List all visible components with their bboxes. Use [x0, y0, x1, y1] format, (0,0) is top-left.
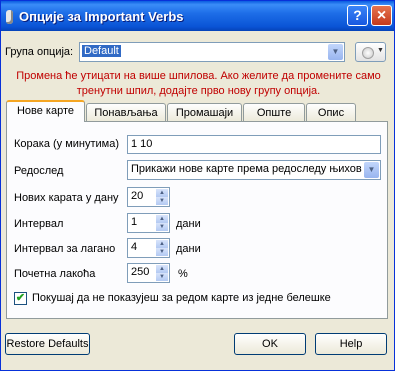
- starting-ease-stepper[interactable]: 250 ▲ ▼: [127, 263, 170, 283]
- spin-up-icon[interactable]: ▲: [156, 240, 168, 248]
- starting-ease-label: Почетна лакоћа: [14, 268, 96, 280]
- spin-up-icon[interactable]: ▲: [156, 215, 168, 223]
- warning-line-1: Промена ће утицати на више шпилова. Ако …: [16, 70, 381, 82]
- tab-description[interactable]: Опис: [306, 103, 356, 122]
- title-bar: Опције за Important Verbs ? ×: [1, 1, 394, 31]
- order-label: Редослед: [14, 165, 64, 177]
- order-select[interactable]: Прикажи нове карте према редоследу њихов…: [127, 160, 381, 180]
- per-day-label: Нових карата у дану: [14, 192, 119, 204]
- option-group-value: Default: [82, 45, 121, 57]
- steps-input[interactable]: 1 10: [127, 135, 381, 154]
- warning-line-2: тренутни шпил, додајте прво нову групу о…: [76, 85, 321, 97]
- easy-interval-value: 4: [131, 241, 138, 253]
- spin-down-icon[interactable]: ▼: [156, 248, 168, 256]
- easy-interval-label: Интервал за лагано: [14, 243, 116, 255]
- restore-defaults-button[interactable]: Restore Defaults: [5, 333, 90, 355]
- new-cards-panel: Корака (у минутима) 1 10 Редослед Прикаж…: [6, 121, 388, 319]
- per-day-stepper[interactable]: 20 ▲ ▼: [127, 187, 170, 207]
- option-group-select[interactable]: Default ▼: [79, 42, 345, 62]
- dropdown-arrow-icon: ▼: [377, 47, 384, 54]
- options-dialog: Опције за Important Verbs ? × Група опци…: [0, 0, 395, 371]
- option-group-label: Група опција:: [5, 46, 74, 58]
- interval-unit: дани: [176, 218, 201, 230]
- tab-new-cards[interactable]: Нове карте: [6, 100, 85, 122]
- spin-down-icon[interactable]: ▼: [156, 197, 168, 205]
- starting-ease-value: 250: [131, 266, 150, 278]
- window-title: Опције за Important Verbs: [19, 9, 184, 24]
- chevron-down-icon[interactable]: ▼: [364, 162, 379, 178]
- help-title-button[interactable]: ?: [347, 5, 368, 26]
- ok-button[interactable]: OK: [234, 333, 306, 355]
- steps-label: Корака (у минутима): [14, 138, 120, 150]
- gear-icon: [362, 47, 374, 59]
- bury-checkbox[interactable]: ✔: [14, 292, 27, 305]
- easy-interval-stepper[interactable]: 4 ▲ ▼: [127, 238, 170, 258]
- tab-lapses[interactable]: Промашаји: [167, 103, 242, 122]
- easy-interval-unit: дани: [176, 243, 201, 255]
- order-value: Прикажи нове карте према редоследу њихов: [131, 163, 362, 175]
- spin-up-icon[interactable]: ▲: [156, 265, 168, 273]
- bury-label: Покушај да не показујеш за редом карте и…: [32, 292, 331, 304]
- tab-reviews[interactable]: Понављања: [86, 103, 166, 122]
- interval-label: Интервал: [14, 218, 64, 230]
- chevron-down-icon[interactable]: ▼: [328, 44, 343, 60]
- interval-value: 1: [131, 216, 138, 228]
- spin-down-icon[interactable]: ▼: [156, 273, 168, 281]
- help-button[interactable]: Help: [315, 333, 387, 355]
- starting-ease-unit: %: [178, 268, 188, 280]
- per-day-value: 20: [131, 190, 144, 202]
- interval-stepper[interactable]: 1 ▲ ▼: [127, 213, 170, 233]
- tab-general[interactable]: Опште: [243, 103, 305, 122]
- spin-down-icon[interactable]: ▼: [156, 223, 168, 231]
- app-icon: [6, 10, 13, 24]
- close-button[interactable]: ×: [371, 5, 392, 26]
- spin-up-icon[interactable]: ▲: [156, 189, 168, 197]
- options-gear-button[interactable]: ▼: [355, 42, 386, 62]
